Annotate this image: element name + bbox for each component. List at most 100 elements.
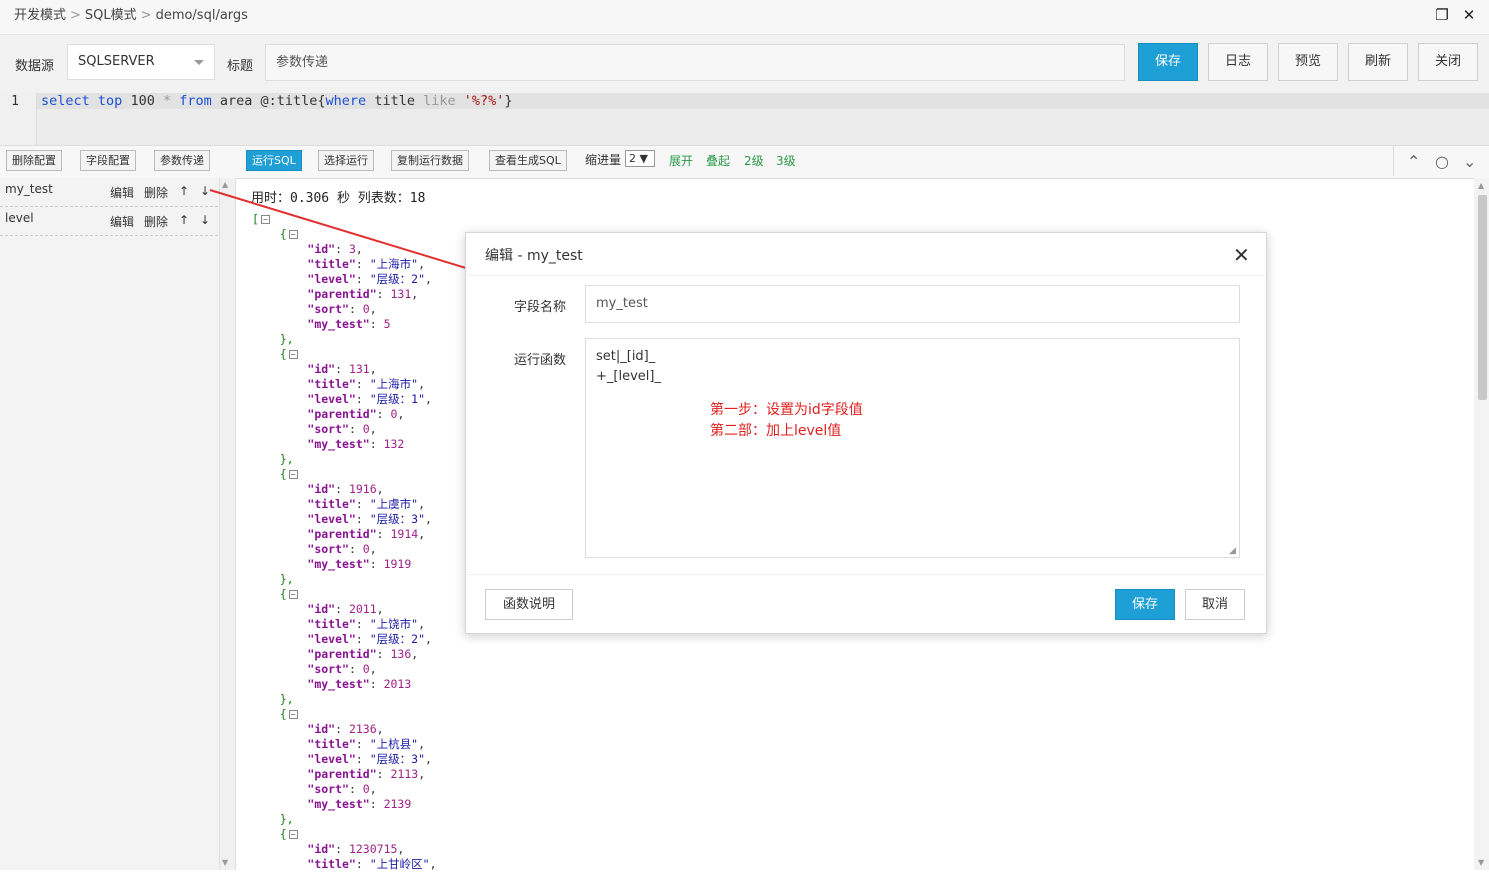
datasource-value: SQLSERVER — [78, 54, 155, 69]
json-key: "id" — [307, 482, 336, 496]
edit-link[interactable]: 编辑 — [110, 213, 134, 230]
json-value: 1914 — [390, 527, 419, 541]
json-value: 0 — [362, 302, 370, 316]
json-key: "my_test" — [307, 317, 370, 331]
json-value: 0 — [390, 407, 398, 421]
level3-link[interactable]: 3级 — [776, 152, 796, 169]
json-token: }, — [279, 812, 294, 826]
json-key: "parentid" — [307, 407, 377, 421]
indent-label: 缩进量 — [585, 153, 622, 167]
scroll-up-icon[interactable]: ▲ — [222, 180, 228, 189]
scrollbar-thumb[interactable] — [1478, 195, 1487, 400]
select-run-button[interactable]: 选择运行 — [318, 150, 374, 171]
collapse-toggle-icon[interactable]: − — [288, 830, 298, 839]
json-value: 0 — [362, 662, 370, 676]
arrow-down-icon[interactable]: ↓ — [200, 213, 210, 227]
sql-token: } — [504, 93, 513, 109]
json-key: "parentid" — [307, 767, 377, 781]
expand-link[interactable]: 展开 — [669, 152, 693, 169]
breadcrumb-item[interactable]: SQL模式 — [85, 8, 137, 23]
view-generated-sql-button[interactable]: 查看生成SQL — [489, 150, 567, 171]
func-line: +_[level]_ — [596, 369, 661, 384]
circle-icon[interactable]: ○ — [1435, 152, 1449, 171]
json-value: "上海市" — [369, 257, 419, 271]
run-timing: 用时：0.306 秒 列表数：18 — [251, 191, 426, 206]
json-value: "层级：2" — [369, 272, 425, 286]
arrow-down-icon[interactable]: ↓ — [200, 184, 210, 198]
collapse-toggle-icon[interactable]: − — [288, 590, 298, 599]
json-value: 136 — [390, 647, 412, 661]
delete-config-button[interactable]: 删除配置 — [6, 150, 62, 171]
json-key: "title" — [307, 497, 356, 511]
level2-link[interactable]: 2级 — [744, 152, 764, 169]
dialog-footer-divider — [465, 574, 1265, 575]
edit-link[interactable]: 编辑 — [110, 184, 134, 201]
json-key: "level" — [307, 392, 356, 406]
json-key: "id" — [307, 362, 336, 376]
dialog-save-button[interactable]: 保存 — [1115, 589, 1175, 620]
collapse-link[interactable]: 叠起 — [706, 152, 730, 169]
json-token: { — [279, 347, 287, 361]
json-value: 132 — [383, 437, 405, 451]
run-sql-button[interactable]: 运行SQL — [246, 150, 302, 171]
collapse-toggle-icon[interactable]: − — [288, 710, 298, 719]
delete-link[interactable]: 删除 — [144, 213, 168, 230]
breadcrumb-item[interactable]: 开发模式 — [14, 8, 66, 23]
title-label: 标题 — [227, 59, 254, 74]
json-value: "上杭县" — [369, 737, 419, 751]
json-token: }, — [279, 572, 294, 586]
save-button[interactable]: 保存 — [1138, 43, 1198, 81]
json-value: "层级：3" — [369, 752, 425, 766]
indent-select[interactable]: 2 ▼ — [625, 150, 655, 167]
chevron-down-icon[interactable]: ⌄ — [1463, 152, 1476, 171]
resize-handle-icon[interactable]: ◢ — [1229, 546, 1236, 556]
field-row-level: level 编辑 删除 ↑ ↓ — [0, 207, 218, 236]
json-value: 1919 — [383, 557, 412, 571]
collapse-toggle-icon[interactable]: − — [288, 470, 298, 479]
sql-code-line[interactable]: select top 100 * from area @:title{where… — [41, 93, 513, 110]
scroll-up-icon[interactable]: ▲ — [1478, 181, 1484, 190]
title-input[interactable]: 参数传递 — [265, 44, 1125, 81]
sql-token: like — [423, 93, 456, 109]
refresh-button[interactable]: 刷新 — [1348, 43, 1408, 81]
close-icon[interactable]: ✕ — [1233, 243, 1250, 267]
run-function-textarea[interactable]: set|_[id]_ +_[level]_ — [585, 338, 1240, 558]
json-value: "上海市" — [369, 377, 419, 391]
func-help-button[interactable]: 函数说明 — [485, 589, 573, 620]
json-key: "sort" — [307, 422, 349, 436]
json-key: "parentid" — [307, 647, 377, 661]
breadcrumb: 开发模式 > SQL模式 > demo/sql/args — [14, 8, 248, 23]
chevron-up-icon[interactable]: ⌃ — [1407, 152, 1420, 171]
json-value: 131 — [348, 362, 370, 376]
param-pass-button[interactable]: 参数传递 — [154, 150, 210, 171]
arrow-up-icon[interactable]: ↑ — [179, 213, 189, 227]
json-key: "level" — [307, 632, 356, 646]
json-value: 2139 — [383, 797, 412, 811]
datasource-select[interactable]: SQLSERVER — [67, 44, 215, 80]
close-button[interactable]: 关闭 — [1418, 43, 1478, 81]
breadcrumb-item: demo/sql/args — [155, 8, 248, 23]
field-name-input[interactable]: my_test — [585, 285, 1240, 323]
json-token: { — [279, 707, 287, 721]
collapse-toggle-icon[interactable]: − — [288, 350, 298, 359]
preview-button[interactable]: 预览 — [1278, 43, 1338, 81]
restore-icon[interactable]: ❐ — [1433, 6, 1451, 24]
scroll-down-icon[interactable]: ▼ — [1478, 858, 1484, 867]
json-value: 0 — [362, 542, 370, 556]
line-number: 1 — [11, 94, 19, 109]
dialog-cancel-button[interactable]: 取消 — [1185, 589, 1245, 620]
collapse-toggle-icon[interactable]: − — [288, 230, 298, 239]
close-icon[interactable]: ✕ — [1460, 6, 1478, 24]
json-key: "title" — [307, 857, 356, 871]
scroll-down-icon[interactable]: ▼ — [222, 858, 228, 867]
func-label: 运行函数 — [514, 353, 567, 368]
field-config-button[interactable]: 字段配置 — [80, 150, 136, 171]
json-key: "my_test" — [307, 677, 370, 691]
left-scrollbar[interactable] — [219, 178, 235, 870]
log-button[interactable]: 日志 — [1208, 43, 1268, 81]
copy-run-data-button[interactable]: 复制运行数据 — [391, 150, 469, 171]
arrow-up-icon[interactable]: ↑ — [179, 184, 189, 198]
collapse-toggle-icon[interactable]: − — [260, 215, 270, 224]
delete-link[interactable]: 删除 — [144, 184, 168, 201]
